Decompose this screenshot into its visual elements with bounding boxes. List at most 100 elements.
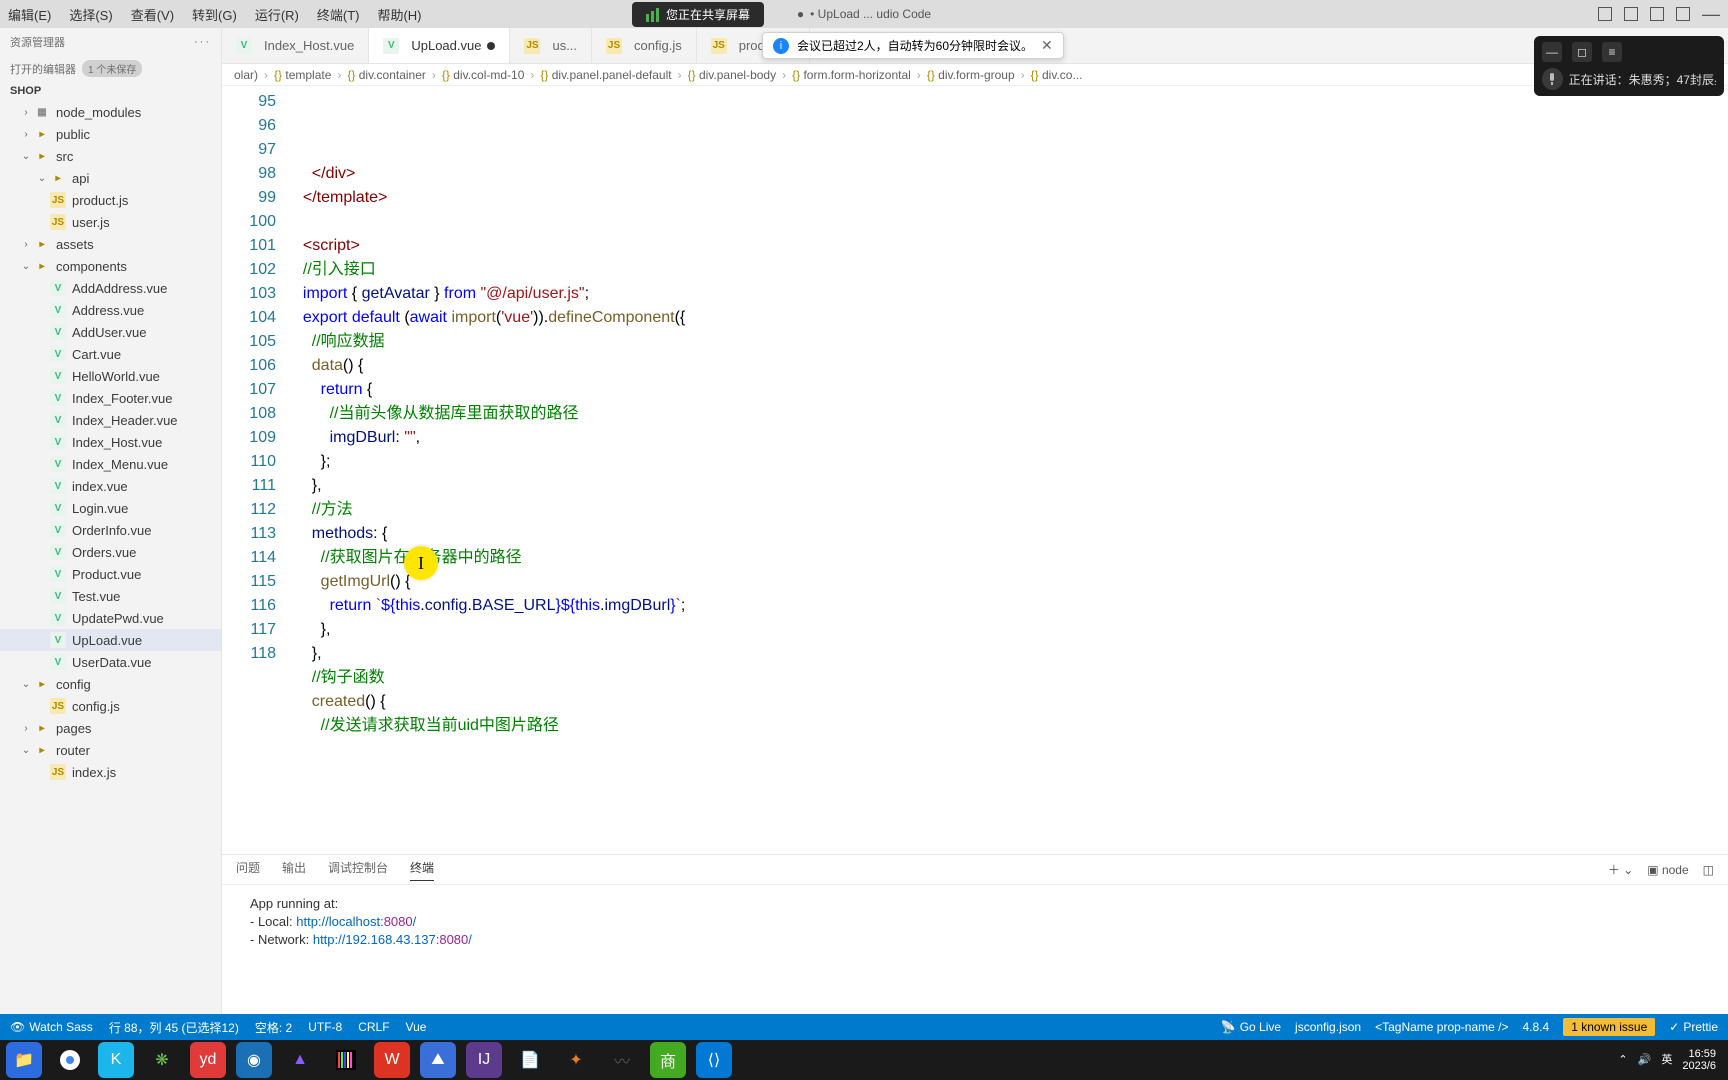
tree-item-assets[interactable]: ›▸assets (0, 233, 221, 255)
panel-tab-terminal[interactable]: 终端 (410, 859, 434, 881)
taskbar-network-icon[interactable]: 🔊 (1638, 1054, 1652, 1066)
taskbar-tray-icon[interactable]: ⌃ (1618, 1054, 1627, 1066)
breadcrumbs[interactable]: olar)›{} template›{} div.container›{} di… (222, 64, 1728, 86)
status-golive[interactable]: 📡 Go Live (1221, 1020, 1281, 1034)
menu-edit[interactable]: 编辑(E) (8, 5, 51, 24)
breadcrumb-segment[interactable]: olar) (234, 68, 258, 82)
taskbar-app-icon[interactable]: ⛰ (420, 1042, 456, 1078)
tab-us-[interactable]: JSus... (510, 28, 592, 63)
tree-item-index-menu-vue[interactable]: VIndex_Menu.vue (0, 453, 221, 475)
taskbar-app-icon[interactable] (328, 1042, 364, 1078)
tree-item-user-js[interactable]: JSuser.js (0, 211, 221, 233)
status-issues[interactable]: 1 known issue (1563, 1018, 1655, 1036)
restore-panel-icon[interactable]: ◻ (1572, 42, 1592, 62)
tree-item-address-vue[interactable]: VAddress.vue (0, 299, 221, 321)
close-icon[interactable]: ✕ (1041, 37, 1053, 54)
menu-help[interactable]: 帮助(H) (377, 5, 421, 24)
tree-item-config[interactable]: ⌄▸config (0, 673, 221, 695)
tree-item-upload-vue[interactable]: VUpLoad.vue (0, 629, 221, 651)
menu-select[interactable]: 选择(S) (69, 5, 112, 24)
status-watch-sass[interactable]: 👁 Watch Sass (10, 1020, 93, 1034)
status-version[interactable]: 4.8.4 (1523, 1020, 1550, 1034)
taskbar-app-icon[interactable]: 商 (650, 1042, 686, 1078)
breadcrumb-segment[interactable]: {} form.form-horizontal (792, 68, 911, 82)
layout-icon[interactable] (1676, 7, 1690, 21)
tree-item-index-vue[interactable]: Vindex.vue (0, 475, 221, 497)
minimize-panel-icon[interactable]: — (1542, 42, 1562, 62)
tab-upload-vue[interactable]: VUpLoad.vue (369, 28, 510, 63)
tree-item-orders-vue[interactable]: VOrders.vue (0, 541, 221, 563)
tree-item-components[interactable]: ⌄▸components (0, 255, 221, 277)
taskbar-app-icon[interactable]: ✦ (558, 1042, 594, 1078)
taskbar-app-icon[interactable]: 〰 (604, 1042, 640, 1078)
taskbar-app-icon[interactable]: ▲ (282, 1042, 318, 1078)
terminal-shell-label[interactable]: ▣ node (1647, 863, 1688, 877)
breadcrumb-segment[interactable]: {} div.col-md-10 (442, 68, 524, 82)
tree-item-login-vue[interactable]: VLogin.vue (0, 497, 221, 519)
tree-item-index-header-vue[interactable]: VIndex_Header.vue (0, 409, 221, 431)
tree-item-helloworld-vue[interactable]: VHelloWorld.vue (0, 365, 221, 387)
new-terminal-icon[interactable]: ＋ ⌄ (1608, 861, 1633, 878)
taskbar-app-icon[interactable]: ◉ (236, 1042, 272, 1078)
panel-tab-debug[interactable]: 调试控制台 (328, 859, 388, 880)
tree-item-addaddress-vue[interactable]: VAddAddress.vue (0, 277, 221, 299)
status-eol[interactable]: CRLF (358, 1020, 389, 1034)
taskbar-ime[interactable]: 英 (1661, 1054, 1672, 1066)
mic-icon[interactable] (1542, 68, 1563, 90)
menu-go[interactable]: 转到(G) (192, 5, 237, 24)
status-language[interactable]: Vue (406, 1020, 427, 1034)
tree-item-src[interactable]: ⌄▸src (0, 145, 221, 167)
status-cursor[interactable]: 行 88，列 45 (已选择12) (109, 1019, 239, 1036)
tree-item-index-footer-vue[interactable]: VIndex_Footer.vue (0, 387, 221, 409)
tree-item-api[interactable]: ⌄▸api (0, 167, 221, 189)
breadcrumb-segment[interactable]: {} div.co... (1031, 68, 1083, 82)
taskbar-clock[interactable]: 16:59 2023/6 (1682, 1048, 1722, 1072)
tree-item-config-js[interactable]: JSconfig.js (0, 695, 221, 717)
tab-config-js[interactable]: JSconfig.js (592, 28, 697, 63)
terminal-body[interactable]: App running at: - Local: http://localhos… (222, 885, 1728, 1014)
menu-view[interactable]: 查看(V) (131, 5, 174, 24)
breadcrumb-segment[interactable]: {} template (274, 68, 331, 82)
taskbar-app-icon[interactable]: K (98, 1042, 134, 1078)
taskbar-app-icon[interactable]: W (374, 1042, 410, 1078)
more-icon[interactable]: ··· (194, 36, 211, 48)
project-root[interactable]: SHOP (0, 81, 221, 101)
menu-run[interactable]: 运行(R) (255, 5, 299, 24)
tree-item-pages[interactable]: ›▸pages (0, 717, 221, 739)
layout-icon[interactable] (1598, 7, 1612, 21)
layout-icon[interactable] (1624, 7, 1638, 21)
tree-item-index-js[interactable]: JSindex.js (0, 761, 221, 783)
code-editor[interactable]: 9596979899100101102103104105106107108109… (222, 86, 1728, 854)
code-content[interactable]: </div> </template> <script> //引入接口 impor… (294, 86, 1728, 854)
menu-panel-icon[interactable]: ≡ (1602, 42, 1622, 62)
taskbar-app-icon[interactable]: IJ (466, 1042, 502, 1078)
taskbar-app-icon[interactable]: yd (190, 1042, 226, 1078)
tree-item-router[interactable]: ⌄▸router (0, 739, 221, 761)
layout-icon[interactable] (1650, 7, 1664, 21)
breadcrumb-segment[interactable]: {} div.panel.panel-default (540, 68, 671, 82)
tree-item-updatepwd-vue[interactable]: VUpdatePwd.vue (0, 607, 221, 629)
breadcrumb-segment[interactable]: {} div.container (347, 68, 426, 82)
breadcrumb-segment[interactable]: {} div.panel-body (688, 68, 777, 82)
tree-item-public[interactable]: ›▸public (0, 123, 221, 145)
tree-item-cart-vue[interactable]: VCart.vue (0, 343, 221, 365)
panel-tab-output[interactable]: 输出 (282, 859, 306, 880)
taskbar-chrome-icon[interactable] (52, 1042, 88, 1078)
taskbar-vscode-icon[interactable]: ⟨⟩ (696, 1042, 732, 1078)
meeting-float-panel[interactable]: — ◻ ≡ 正在讲话：朱惠秀；47封辰星 (1534, 36, 1724, 96)
tree-item-adduser-vue[interactable]: VAddUser.vue (0, 321, 221, 343)
tree-item-index-host-vue[interactable]: VIndex_Host.vue (0, 431, 221, 453)
panel-tab-problems[interactable]: 问题 (236, 859, 260, 880)
minimize-icon[interactable]: — (1702, 4, 1720, 25)
status-tagname[interactable]: <TagName prop-name /> (1375, 1020, 1508, 1034)
tab-index-host-vue[interactable]: VIndex_Host.vue (222, 28, 369, 63)
breadcrumb-segment[interactable]: {} div.form-group (927, 68, 1015, 82)
menu-terminal[interactable]: 终端(T) (317, 5, 360, 24)
tree-item-product-vue[interactable]: VProduct.vue (0, 563, 221, 585)
taskbar-files-icon[interactable]: 📁 (6, 1042, 42, 1078)
status-encoding[interactable]: UTF-8 (308, 1020, 342, 1034)
status-jsconfig[interactable]: jsconfig.json (1295, 1020, 1361, 1034)
open-editors-label[interactable]: 打开的编辑器 (10, 61, 76, 77)
taskbar-app-icon[interactable]: 📄 (512, 1042, 548, 1078)
tree-item-node-modules[interactable]: ›▦node_modules (0, 101, 221, 123)
